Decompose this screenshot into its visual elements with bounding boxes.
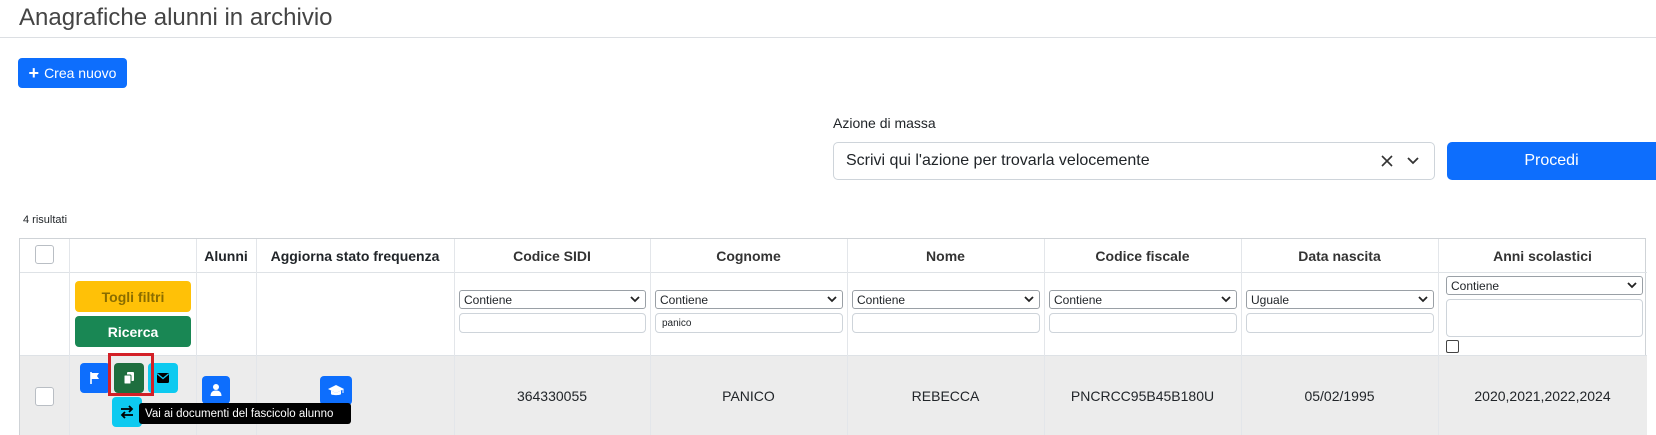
chevron-down-icon: [1221, 296, 1231, 303]
create-new-label: Crea nuovo: [44, 65, 117, 81]
clear-filters-button[interactable]: Togli filtri: [75, 281, 191, 312]
filter-mode-anni-scolastici[interactable]: Contiene: [1446, 276, 1643, 295]
chevron-down-icon: [1418, 296, 1428, 303]
filter-mode-cognome[interactable]: Contiene: [655, 290, 843, 309]
filter-mode-text: Contiene: [857, 292, 906, 307]
page-title: Anagrafiche alunni in archivio: [19, 4, 333, 31]
header-alunni[interactable]: Alunni: [196, 239, 256, 272]
filter-input-data-nascita[interactable]: [1246, 313, 1434, 333]
select-all-checkbox[interactable]: [35, 245, 54, 264]
mass-action-label: Azione di massa: [833, 115, 936, 131]
filter-input-codice-fiscale[interactable]: [1049, 313, 1237, 333]
filter-anni-checkbox[interactable]: [1446, 340, 1459, 353]
search-button[interactable]: Ricerca: [75, 316, 191, 347]
row-select-checkbox[interactable]: [35, 387, 54, 406]
user-icon: [210, 384, 222, 396]
filter-mode-text: Contiene: [1054, 292, 1103, 307]
chevron-down-icon[interactable]: [1402, 150, 1424, 172]
create-new-button[interactable]: + Crea nuovo: [18, 58, 127, 88]
clear-icon[interactable]: [1376, 150, 1398, 172]
documents-button-highlight: [108, 353, 154, 396]
header-data-nascita[interactable]: Data nascita: [1241, 239, 1438, 272]
header-cognome[interactable]: Cognome: [650, 239, 847, 272]
mass-action-select[interactable]: Scrivi qui l'azione per trovarla velocem…: [833, 142, 1435, 180]
col-divider: [69, 239, 70, 435]
filter-mode-text: Uguale: [1251, 292, 1290, 307]
swap-arrows-icon: [120, 405, 134, 419]
filter-input-cognome[interactable]: panico: [655, 313, 843, 333]
chevron-down-icon: [1024, 296, 1034, 303]
filter-input-codice-sidi[interactable]: [459, 313, 646, 333]
plus-icon: +: [28, 63, 40, 83]
flag-button[interactable]: [80, 363, 110, 393]
update-attendance-button[interactable]: [320, 376, 352, 405]
cell-codice-fiscale: PNCRCC95B45B180U: [1070, 388, 1215, 404]
filter-mode-text: Contiene: [464, 292, 513, 307]
header-nome[interactable]: Nome: [847, 239, 1044, 272]
header-aggiorna-stato[interactable]: Aggiorna stato frequenza: [256, 239, 454, 272]
chevron-down-icon: [1627, 282, 1637, 289]
graduation-cap-icon: [328, 384, 344, 395]
filter-mode-text: Contiene: [1451, 278, 1500, 293]
chevron-down-icon: [630, 296, 640, 303]
cell-nome: REBECCA: [911, 388, 980, 404]
documents-tooltip: Vai ai documenti del fascicolo alunno: [139, 403, 351, 424]
envelope-icon: [157, 373, 169, 383]
filter-mode-data-nascita[interactable]: Uguale: [1246, 290, 1434, 309]
students-table: Alunni Aggiorna stato frequenza Codice S…: [19, 238, 1647, 435]
cell-codice-sidi: 364330055: [516, 388, 588, 404]
cell-cognome: PANICO: [722, 388, 775, 404]
student-profile-button[interactable]: [202, 376, 230, 404]
cell-anni-scolastici: 2020,2021,2022,2024: [1474, 388, 1611, 404]
chevron-down-icon: [827, 296, 837, 303]
filter-input-nome[interactable]: [852, 313, 1040, 333]
flag-icon: [90, 372, 99, 384]
results-count: 4 risultati: [23, 214, 68, 226]
cell-data-nascita: 05/02/1995: [1304, 388, 1375, 404]
filter-mode-codice-fiscale[interactable]: Contiene: [1049, 290, 1237, 309]
mass-action-placeholder: Scrivi qui l'azione per trovarla velocem…: [846, 152, 1150, 169]
header-anni-scolastici[interactable]: Anni scolastici: [1438, 239, 1647, 272]
filter-mode-nome[interactable]: Contiene: [852, 290, 1040, 309]
title-divider: [0, 37, 1656, 38]
transfer-button[interactable]: [112, 397, 142, 427]
filter-mode-text: Contiene: [660, 292, 709, 307]
header-codice-sidi[interactable]: Codice SIDI: [454, 239, 650, 272]
procedi-button[interactable]: Procedi: [1447, 142, 1656, 180]
header-codice-fiscale[interactable]: Codice fiscale: [1044, 239, 1241, 272]
filter-input-anni-scolastici[interactable]: [1446, 299, 1643, 337]
filter-mode-codice-sidi[interactable]: Contiene: [459, 290, 646, 309]
